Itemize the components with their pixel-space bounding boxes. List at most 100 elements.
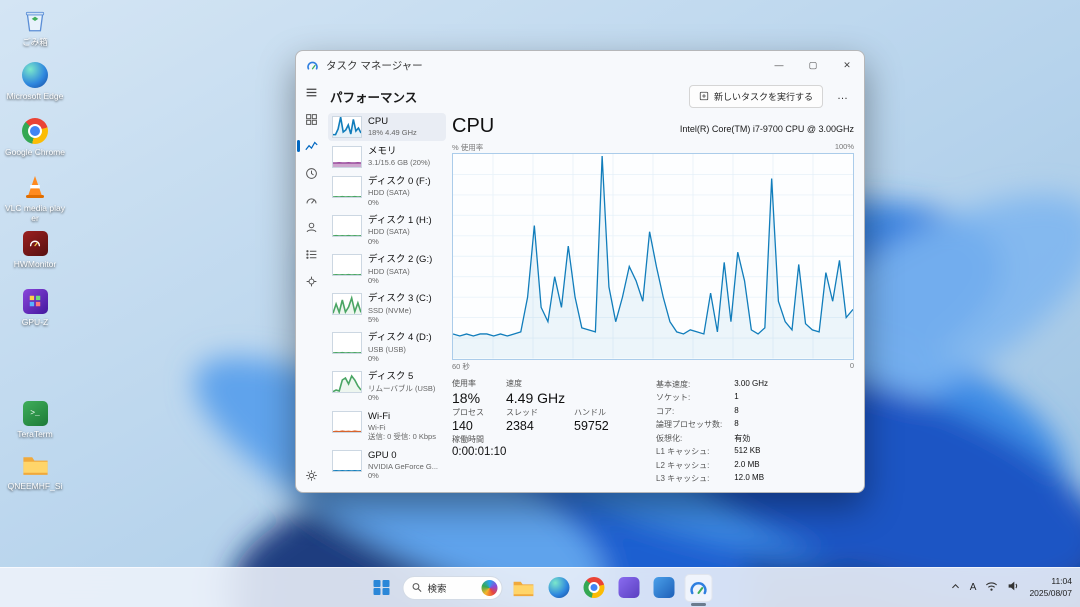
threads-value: 2384 [506, 419, 568, 433]
spec-label: 基本速度: [656, 379, 722, 390]
performance-header: パフォーマンス 新しいタスクを実行する … [326, 79, 864, 113]
hwmonitor-icon [20, 228, 50, 258]
taskbar-pinned-app-2[interactable] [650, 574, 678, 602]
volume-icon[interactable] [1007, 579, 1020, 597]
spec-label: コア: [656, 406, 722, 417]
more-options-button[interactable]: … [831, 88, 854, 104]
run-new-task-button[interactable]: 新しいタスクを実行する [689, 85, 823, 108]
chart-max-label: 100% [835, 142, 854, 153]
desktop-icon-label: HWMonitor [4, 260, 66, 270]
util-value: 18% [452, 390, 500, 406]
threads-label: スレッド [506, 407, 568, 418]
desktop-icon-teraterm[interactable]: >_ TeraTerm [4, 398, 66, 440]
search-box[interactable]: 検索 [403, 576, 503, 600]
taskbar-task-manager[interactable] [685, 574, 713, 602]
cpu-usage-chart [452, 153, 854, 360]
date-text: 2025/08/07 [1029, 588, 1072, 599]
disk5-sparkline [332, 371, 362, 393]
spec-value: 8 [734, 419, 768, 430]
recycle-bin-icon [20, 6, 50, 36]
chart-min-label: 0 [850, 361, 854, 372]
perf-item-disk5[interactable]: ディスク 5リムーバブル (USB)0% [328, 368, 446, 405]
settings-gear-icon[interactable] [301, 466, 321, 484]
perf-item-gpu0[interactable]: GPU 0NVIDIA GeForce G...0% [328, 447, 446, 484]
desktop-icon-folder[interactable]: QNEEMHF_Si [4, 450, 66, 492]
cpu-heading: CPU [452, 115, 494, 138]
gpu-sparkline [332, 450, 362, 472]
close-button[interactable]: ✕ [830, 51, 864, 79]
gpu-z-icon [20, 286, 50, 316]
disk1-sparkline [332, 215, 362, 237]
taskbar-pinned-app-1[interactable] [615, 574, 643, 602]
spec-label: L3 キャッシュ: [656, 473, 722, 484]
handles-value: 59752 [574, 419, 630, 433]
desktop-icon-label: ごみ箱 [4, 38, 66, 48]
menu-icon[interactable] [301, 83, 321, 101]
desktop-icon-edge[interactable]: Microsoft Edge [4, 60, 66, 102]
windows-logo-icon [374, 580, 390, 596]
perf-item-disk3[interactable]: ディスク 3 (C:)SSD (NVMe)5% [328, 290, 446, 327]
tray-chevron-up-icon[interactable] [950, 579, 961, 597]
nav-processes[interactable] [301, 110, 321, 128]
task-manager-icon [689, 578, 709, 598]
perf-item-disk2[interactable]: ディスク 2 (G:)HDD (SATA)0% [328, 251, 446, 288]
perf-item-disk0[interactable]: ディスク 0 (F:)HDD (SATA)0% [328, 173, 446, 210]
network-icon[interactable] [985, 579, 998, 597]
disk3-sparkline [332, 293, 362, 315]
clock[interactable]: 11:04 2025/08/07 [1029, 576, 1072, 598]
desktop-icon-recycle-bin[interactable]: ごみ箱 [4, 6, 66, 48]
perf-item-cpu[interactable]: CPU18% 4.49 GHz [328, 113, 446, 141]
nav-app-history[interactable] [301, 164, 321, 182]
spec-value: 8 [734, 406, 768, 417]
desktop-icon-vlc[interactable]: VLC media player [4, 172, 66, 224]
desktop-icon-label: GPU-Z [4, 318, 66, 328]
taskbar-edge[interactable] [545, 574, 573, 602]
task-manager-window: タスク マネージャー — ▢ ✕ パフォーマンス [295, 50, 865, 493]
nav-services[interactable] [301, 272, 321, 290]
folder-icon [20, 450, 50, 480]
window-title: タスク マネージャー [326, 58, 762, 73]
nav-users[interactable] [301, 218, 321, 236]
start-button[interactable] [368, 574, 396, 602]
cpu-usage-line-chart [453, 154, 853, 359]
util-label: 使用率 [452, 378, 500, 389]
perf-item-disk1[interactable]: ディスク 1 (H:)HDD (SATA)0% [328, 212, 446, 249]
desktop-icon-hwmonitor[interactable]: HWMonitor [4, 228, 66, 270]
memory-sparkline [332, 146, 362, 168]
spec-value: 3.00 GHz [734, 379, 768, 390]
desktop-icon-gpu-z[interactable]: GPU-Z [4, 286, 66, 328]
nav-startup-apps[interactable] [301, 191, 321, 209]
speed-label: 速度 [506, 378, 568, 389]
perf-item-wifi[interactable]: Wi-FiWi-Fi送信: 0 受信: 0 Kbps [328, 408, 446, 445]
handles-label: ハンドル [574, 407, 630, 418]
cpu-sparkline [332, 116, 362, 138]
perf-item-memory[interactable]: メモリ3.1/15.6 GB (20%) [328, 143, 446, 171]
minimize-button[interactable]: — [762, 51, 796, 79]
desktop-icon-chrome[interactable]: Google Chrome [4, 116, 66, 158]
desktop-icon-label: TeraTerm [4, 430, 66, 440]
pinned-app-icon [618, 577, 639, 598]
search-text: 検索 [428, 581, 477, 595]
spec-value: 2.0 MB [734, 460, 768, 471]
desktop-icon-label: QNEEMHF_Si [4, 482, 66, 492]
ime-indicator[interactable]: A [970, 582, 977, 593]
nav-details[interactable] [301, 245, 321, 263]
edge-icon [20, 60, 50, 90]
taskbar-file-explorer[interactable] [510, 574, 538, 602]
nav-performance[interactable] [301, 137, 321, 155]
title-bar[interactable]: タスク マネージャー — ▢ ✕ [296, 51, 864, 79]
spec-label: 仮想化: [656, 433, 722, 444]
cpu-model-text: Intel(R) Core(TM) i7-9700 CPU @ 3.00GHz [680, 124, 854, 134]
search-icon [412, 582, 423, 593]
spec-value: 1 [734, 392, 768, 403]
spec-label: L2 キャッシュ: [656, 460, 722, 471]
uptime-label: 稼働時間 [452, 434, 630, 445]
perf-item-disk4[interactable]: ディスク 4 (D:)USB (USB)0% [328, 329, 446, 366]
taskbar-chrome[interactable] [580, 574, 608, 602]
maximize-button[interactable]: ▢ [796, 51, 830, 79]
speed-value: 4.49 GHz [506, 390, 568, 406]
nav-rail [296, 79, 326, 492]
chrome-icon [583, 577, 604, 598]
search-highlights-icon [482, 580, 498, 596]
spec-label: L1 キャッシュ: [656, 446, 722, 457]
